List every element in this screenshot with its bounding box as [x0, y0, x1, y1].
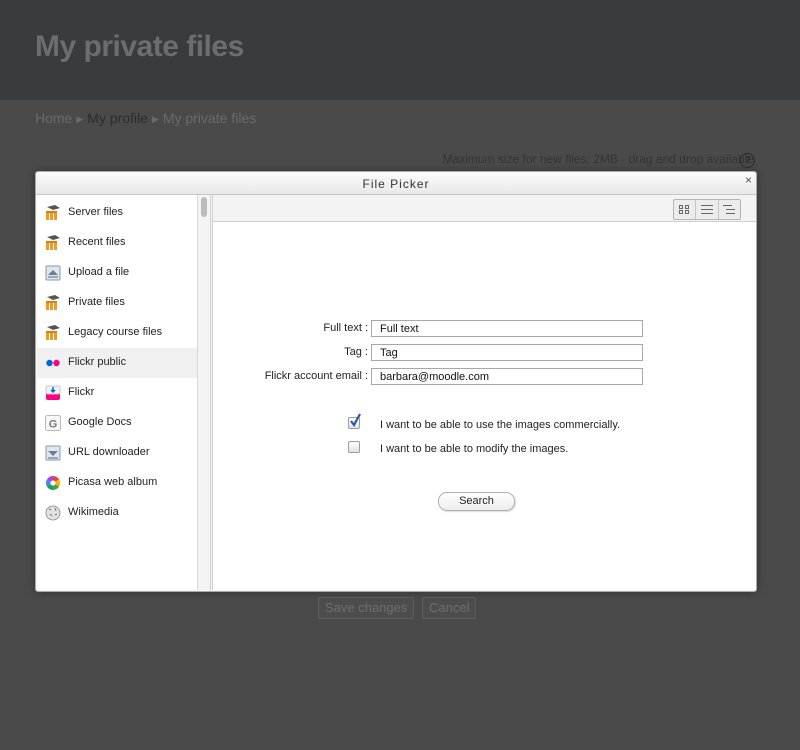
icons-view-button[interactable] — [674, 200, 697, 219]
page-title: My private files — [35, 30, 244, 63]
checkmark-icon — [350, 413, 361, 427]
breadcrumb: Home ▶ My profile ▶ My private files — [35, 110, 256, 126]
view-switcher — [673, 199, 741, 220]
page-header: My private files — [0, 0, 800, 100]
wikimedia-icon — [45, 505, 61, 521]
repo-label: Wikimedia — [68, 506, 119, 518]
fulltext-input[interactable] — [371, 320, 643, 337]
modify-label: I want to be able to modify the images. — [380, 443, 569, 455]
breadcrumb-current: My private files — [162, 110, 257, 126]
repo-label: Private files — [68, 296, 125, 308]
flickr-pink-icon — [45, 385, 61, 400]
moodle-icon — [46, 205, 60, 220]
repo-item-flickr-public[interactable]: Flickr public — [37, 348, 197, 378]
moodle-icon — [46, 295, 60, 310]
breadcrumb-profile[interactable]: My profile — [87, 110, 148, 126]
repo-item-server-files[interactable]: Server files — [37, 198, 197, 228]
modify-checkbox[interactable] — [348, 441, 360, 453]
list-view-button[interactable] — [696, 200, 719, 219]
list-view-icon — [700, 205, 713, 214]
google-icon: G — [45, 415, 61, 431]
repo-item-url-downloader[interactable]: URL downloader — [37, 438, 197, 468]
email-input[interactable] — [371, 368, 643, 385]
tree-view-icon — [723, 205, 736, 214]
repo-label: Legacy course files — [68, 326, 163, 338]
scrollbar-thumb[interactable] — [201, 197, 207, 217]
grid-view-icon — [679, 205, 690, 214]
repo-label: Recent files — [68, 236, 126, 248]
cancel-button[interactable]: Cancel — [422, 597, 477, 619]
max-size-info: Maximum size for new files: 2MB - drag a… — [442, 152, 754, 166]
close-icon[interactable]: × — [745, 173, 752, 187]
repo-item-upload-file[interactable]: Upload a file — [37, 258, 197, 288]
repo-label: Server files — [68, 206, 124, 218]
content-toolbar — [213, 195, 756, 222]
tag-label: Tag : — [344, 346, 368, 358]
repo-item-recent-files[interactable]: Recent files — [37, 228, 197, 258]
moodle-icon — [46, 235, 60, 250]
svg-text:G: G — [49, 419, 58, 431]
fulltext-label: Full text : — [323, 322, 368, 334]
repo-label: URL downloader — [68, 446, 150, 458]
email-label: Flickr account email : — [264, 370, 368, 382]
download-icon — [45, 445, 61, 461]
repo-label: Picasa web album — [68, 476, 158, 488]
repository-content: Full text : Tag : Flickr account email :… — [212, 195, 756, 590]
repo-item-google-docs[interactable]: G Google Docs — [37, 408, 197, 438]
sidebar-scrollbar[interactable] — [197, 195, 211, 590]
repo-label: Flickr — [68, 386, 95, 398]
flickr-icon — [46, 359, 60, 367]
repo-label: Flickr public — [68, 356, 127, 368]
tree-view-button[interactable] — [719, 200, 740, 219]
picasa-icon — [46, 476, 60, 490]
breadcrumb-separator-icon: ▶ — [151, 114, 159, 124]
file-picker-dialog: File Picker × Server files Recent files … — [35, 171, 757, 592]
tag-input[interactable] — [371, 344, 643, 361]
repo-item-flickr[interactable]: Flickr — [37, 378, 197, 408]
repo-item-private-files[interactable]: Private files — [37, 288, 197, 318]
repo-item-legacy-course-files[interactable]: Legacy course files — [37, 318, 197, 348]
search-button[interactable]: Search — [438, 492, 515, 511]
repo-label: Upload a file — [68, 266, 130, 278]
dialog-title: File Picker — [362, 177, 430, 191]
repo-label: Google Docs — [68, 416, 132, 428]
commercial-label: I want to be able to use the images comm… — [380, 419, 621, 431]
breadcrumb-home[interactable]: Home — [35, 110, 72, 126]
breadcrumb-separator-icon: ▶ — [76, 114, 84, 124]
moodle-icon — [46, 325, 60, 340]
upload-icon — [45, 265, 61, 281]
save-changes-button[interactable]: Save changes — [318, 597, 415, 619]
repo-item-wikimedia[interactable]: Wikimedia — [37, 498, 197, 528]
repository-list: Server files Recent files Upload a file — [37, 195, 197, 590]
repo-item-picasa[interactable]: Picasa web album — [37, 468, 197, 498]
dialog-titlebar: File Picker × — [36, 172, 756, 195]
commercial-checkbox[interactable] — [348, 413, 361, 429]
help-icon[interactable]: ? — [740, 153, 755, 168]
